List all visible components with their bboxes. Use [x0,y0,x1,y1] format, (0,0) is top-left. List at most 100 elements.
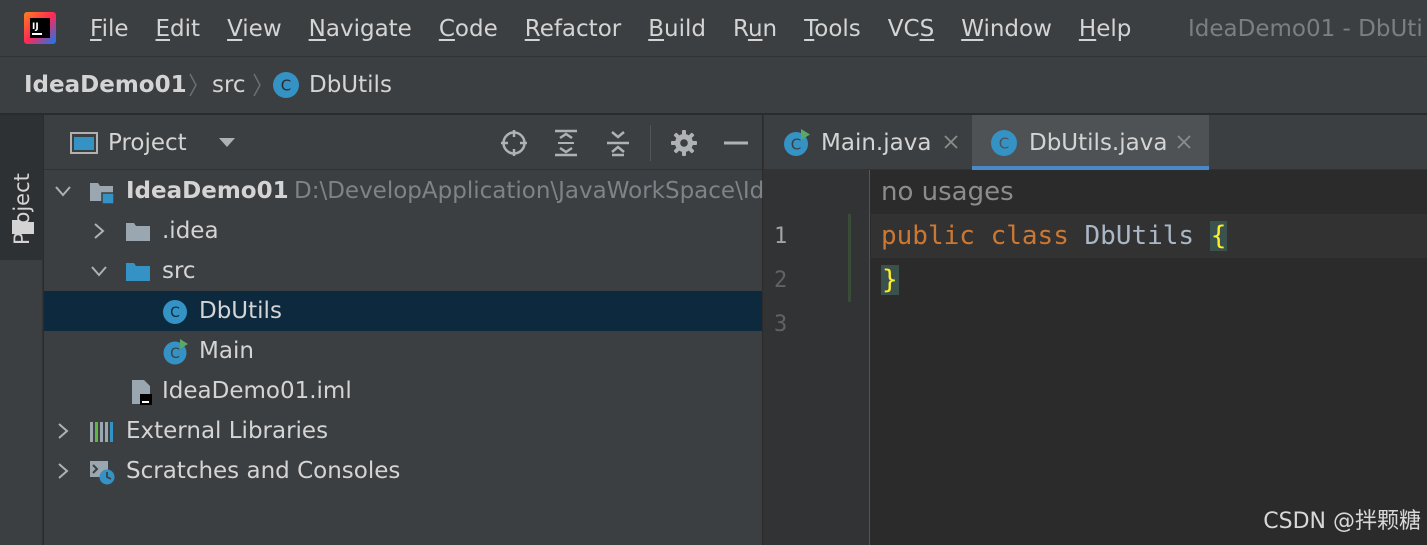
java-class-icon: C [273,72,299,98]
keyword-class: class [990,221,1069,251]
tree-item-iml[interactable]: IdeaDemo01.iml [44,371,762,411]
menu-item-build[interactable]: Build [648,14,706,44]
menu-item-mnemonic: C [438,16,455,42]
chevron-right-icon[interactable] [89,221,109,241]
project-tool-button[interactable]: Project [0,115,43,260]
chevron-down-icon[interactable] [53,181,73,201]
close-icon[interactable] [1175,133,1193,151]
breadcrumb: IdeaDemo01 src C DbUtils [0,57,1427,114]
tree-root-label: IdeaDemo01 [126,178,289,204]
menu-item-text: indow [983,16,1052,42]
editor-gutter: 1 2 3 [764,170,870,545]
code-area[interactable]: no usages public class DbUtils { } [871,170,1427,545]
open-brace: { [1209,221,1228,251]
intellij-logo-icon: IJ [24,12,56,44]
tab-dbutils-java[interactable]: C DbUtils.java [972,115,1209,170]
project-view-selector[interactable]: Project [108,128,187,158]
window-title: IdeaDemo01 - DbUti [1188,16,1423,42]
menu-item-file[interactable]: File [90,14,129,44]
collapse-all-icon[interactable] [604,129,632,157]
menu-item-code[interactable]: Code [439,14,498,44]
svg-text:C: C [999,135,1009,153]
menu-item-navigate[interactable]: Navigate [309,14,412,44]
breadcrumb-file[interactable]: DbUtils [309,70,392,100]
chevron-right-icon[interactable] [53,461,73,481]
tree-item-main[interactable]: C Main [44,331,762,371]
menu-item-text: avigate [325,16,412,42]
tree-root-path: D:\DevelopApplication\JavaWorkSpace\Id [294,178,765,204]
menu-item-run[interactable]: Run [733,14,777,44]
java-class-icon: C [163,300,187,324]
tree-item-src[interactable]: src [44,251,762,291]
folder-icon [126,223,150,241]
close-icon[interactable] [942,133,960,151]
menu-item-text: n [762,16,778,42]
tool-window-strip: Project [0,115,43,545]
breadcrumb-project[interactable]: IdeaDemo01 [24,70,187,100]
editor-tab-bar: C Main.java C DbUtils.java [764,115,1427,170]
menu-item-view[interactable]: View [227,14,282,44]
inlay-hint-usages[interactable]: no usages [881,176,1014,208]
header-divider [650,125,651,161]
code-line-2: } [881,264,899,296]
line-number: 1 [774,224,788,249]
tree-item-root[interactable]: IdeaDemo01 D:\DevelopApplication\JavaWor… [44,171,765,211]
line-number: 2 [774,268,788,293]
tree-item-dbutils[interactable]: C DbUtils [44,291,762,331]
expand-all-icon[interactable] [552,129,580,157]
editor: C Main.java C DbUtils.java 1 2 3 no usag… [763,115,1427,545]
scratches-icon [90,461,115,485]
tab-dbutils-label: DbUtils.java [1029,130,1168,156]
tree-external-label: External Libraries [126,418,329,444]
gear-icon[interactable] [670,129,698,157]
menu-item-mnemonic: u [747,16,763,42]
menu-items: File Edit View Navigate Code Refactor Build Run… [90,14,1158,44]
menu-item-text: VC [887,16,920,42]
tree-src-label: src [162,258,196,284]
chevron-down-icon[interactable] [89,261,109,281]
source-folder-icon [126,263,150,281]
line-number: 3 [774,312,788,337]
project-tool-label: Project [10,173,34,245]
locate-target-icon[interactable] [500,129,528,157]
library-icon [90,422,113,442]
java-runnable-class-icon: C [163,339,188,365]
menu-item-mnemonic: V [227,16,243,42]
tree-idea-label: .idea [162,218,219,244]
menu-bar: IJ File Edit View Navigate Code Refactor Build… [0,0,1427,57]
menu-item-text: efactor [539,16,622,42]
tree-iml-label: IdeaDemo01.iml [162,378,352,404]
menu-item-mnemonic: B [648,16,665,42]
class-name: DbUtils [1084,221,1195,251]
menu-item-text: R [732,16,748,42]
menu-item-text: elp [1096,16,1132,42]
chevron-right-icon[interactable] [53,421,73,441]
tree-item-external-libraries[interactable]: External Libraries [44,411,762,451]
menu-item-edit[interactable]: Edit [156,14,201,44]
project-panel-header: Project [44,115,762,170]
menu-item-refactor[interactable]: Refactor [525,14,622,44]
menu-item-text: ode [454,16,498,42]
chevron-down-icon[interactable] [216,131,238,153]
menu-item-mnemonic: H [1078,16,1097,42]
svg-text:C: C [170,305,180,321]
java-class-icon: C [991,130,1017,156]
breadcrumb-separator-icon [253,73,261,97]
breadcrumb-folder[interactable]: src [212,70,246,100]
minimize-icon[interactable] [722,129,750,157]
tree-item-scratches[interactable]: Scratches and Consoles [44,451,762,491]
menu-item-tools[interactable]: Tools [804,14,861,44]
menu-item-mnemonic: T [804,16,815,42]
menu-item-help[interactable]: Help [1079,14,1131,44]
keyword-public: public [881,221,975,251]
tree-item-idea[interactable]: .idea [44,211,762,251]
folder-icon [12,220,34,234]
menu-item-text: dit [170,16,201,42]
svg-text:C: C [170,346,180,362]
menu-item-window[interactable]: Window [961,14,1052,44]
tab-main-java[interactable]: C Main.java [764,115,969,170]
menu-item-vcs[interactable]: VCS [888,14,934,44]
menu-item-mnemonic: E [155,16,171,42]
project-panel: Project IdeaDemo01 D:\DevelopApplication… [44,115,765,545]
menu-item-mnemonic: F [90,16,102,42]
